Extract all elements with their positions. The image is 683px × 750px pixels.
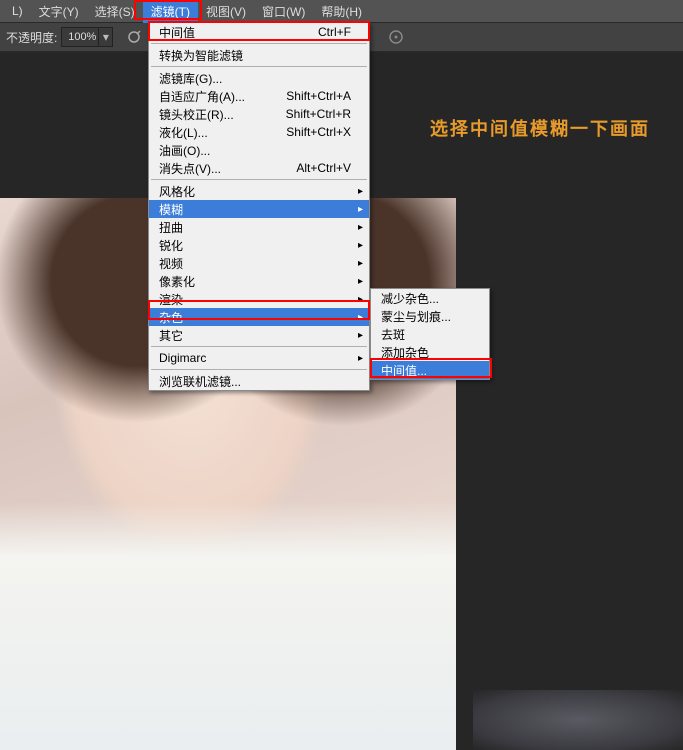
- opacity-field[interactable]: ▾: [61, 27, 113, 47]
- menu-filter-gallery[interactable]: 滤镜库(G)...: [149, 69, 369, 87]
- separator: [151, 66, 367, 67]
- menu-pixelate[interactable]: 像素化: [149, 272, 369, 290]
- menu-sharpen[interactable]: 锐化: [149, 236, 369, 254]
- menu-recent-filter[interactable]: 中间值Ctrl+F: [149, 23, 369, 41]
- separator: [151, 346, 367, 347]
- menu-other[interactable]: 其它: [149, 326, 369, 344]
- menu-item-view[interactable]: 视图(V): [198, 0, 254, 23]
- menu-digimarc[interactable]: Digimarc: [149, 349, 369, 367]
- separator: [151, 43, 367, 44]
- menu-item-help[interactable]: 帮助(H): [313, 0, 370, 23]
- menu-blur[interactable]: 模糊: [149, 200, 369, 218]
- menu-item-select[interactable]: 选择(S): [87, 0, 143, 23]
- opacity-label: 不透明度:: [6, 29, 57, 46]
- menu-lens-correction[interactable]: 镜头校正(R)...Shift+Ctrl+R: [149, 105, 369, 123]
- menu-render[interactable]: 渲染: [149, 290, 369, 308]
- menu-item[interactable]: L): [4, 1, 31, 21]
- submenu-median[interactable]: 中间值...: [371, 361, 489, 379]
- menu-item-text[interactable]: 文字(Y): [31, 0, 87, 23]
- menu-item-window[interactable]: 窗口(W): [254, 0, 313, 23]
- target-icon[interactable]: [385, 26, 407, 48]
- chevron-down-icon[interactable]: ▾: [98, 28, 112, 46]
- submenu-despeckle[interactable]: 去斑: [371, 325, 489, 343]
- separator: [151, 369, 367, 370]
- filter-menu-dropdown: 中间值Ctrl+F 转换为智能滤镜 滤镜库(G)... 自适应广角(A)...S…: [148, 22, 370, 391]
- menu-liquify[interactable]: 液化(L)...Shift+Ctrl+X: [149, 123, 369, 141]
- menu-browse-online[interactable]: 浏览联机滤镜...: [149, 372, 369, 390]
- annotation-text: 选择中间值模糊一下画面: [430, 115, 650, 141]
- submenu-reduce-noise[interactable]: 减少杂色...: [371, 289, 489, 307]
- menu-distort[interactable]: 扭曲: [149, 218, 369, 236]
- menu-adaptive-wide[interactable]: 自适应广角(A)...Shift+Ctrl+A: [149, 87, 369, 105]
- opacity-input[interactable]: [62, 31, 98, 43]
- submenu-add-noise[interactable]: 添加杂色: [371, 343, 489, 361]
- menu-oil-paint[interactable]: 油画(O)...: [149, 141, 369, 159]
- submenu-dust-scratches[interactable]: 蒙尘与划痕...: [371, 307, 489, 325]
- airbrush-icon[interactable]: [123, 26, 145, 48]
- menu-convert-smart[interactable]: 转换为智能滤镜: [149, 46, 369, 64]
- noise-submenu: 减少杂色... 蒙尘与划痕... 去斑 添加杂色 中间值...: [370, 288, 490, 380]
- menu-vanishing-point[interactable]: 消失点(V)...Alt+Ctrl+V: [149, 159, 369, 177]
- menu-video[interactable]: 视频: [149, 254, 369, 272]
- thumbnail-preview: [473, 690, 683, 750]
- menu-bar: L) 文字(Y) 选择(S) 滤镜(T) 视图(V) 窗口(W) 帮助(H): [0, 0, 683, 22]
- menu-noise[interactable]: 杂色: [149, 308, 369, 326]
- separator: [151, 179, 367, 180]
- menu-item-filter[interactable]: 滤镜(T): [143, 0, 198, 23]
- menu-stylize[interactable]: 风格化: [149, 182, 369, 200]
